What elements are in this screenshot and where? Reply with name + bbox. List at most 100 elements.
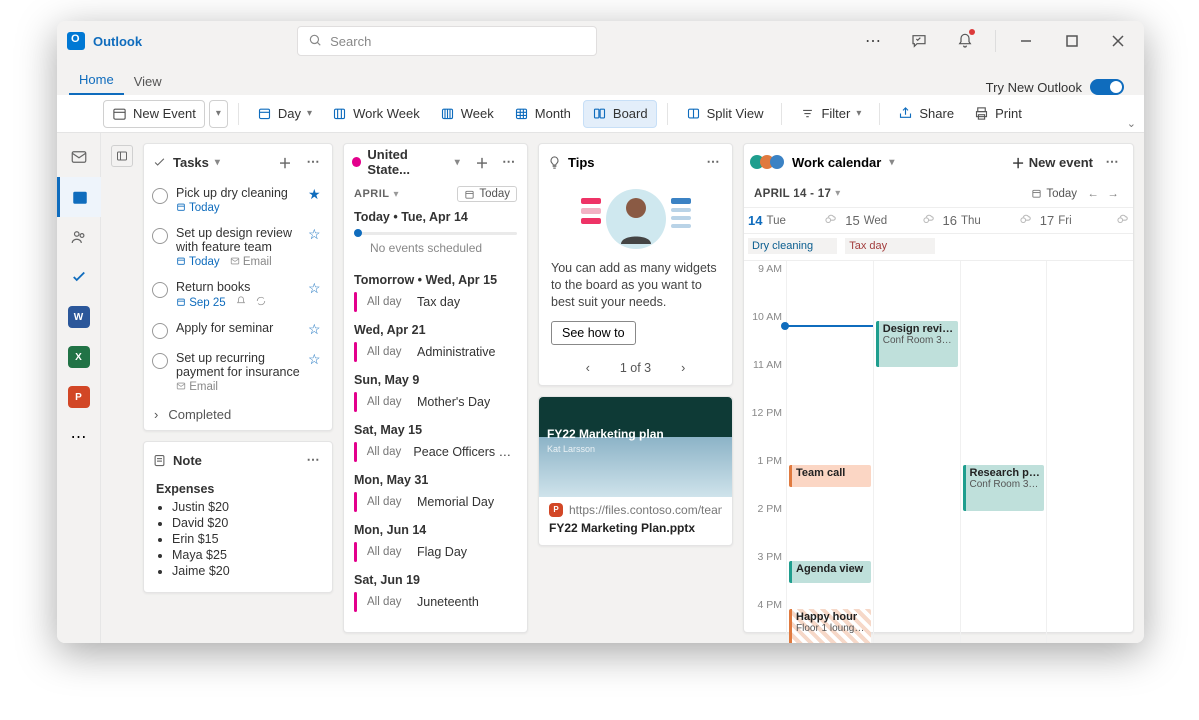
- hour-label: 1 PM: [744, 453, 786, 501]
- calendar-prev-icon[interactable]: ←: [1083, 188, 1103, 200]
- add-task-icon[interactable]: ＋: [274, 151, 296, 173]
- holidays-more-icon[interactable]: ⋯: [498, 151, 519, 173]
- task-checkbox[interactable]: [152, 188, 168, 204]
- rail-calendar[interactable]: [57, 177, 101, 217]
- calendar-event[interactable]: Design reviewConf Room 32/ Miguel Garcia: [876, 321, 958, 367]
- task-checkbox[interactable]: [152, 228, 168, 244]
- tasks-completed-row[interactable]: › Completed: [144, 399, 332, 430]
- view-day-button[interactable]: Day▾: [249, 100, 320, 128]
- filter-button[interactable]: Filter▾: [792, 100, 869, 128]
- calendar-allday-cell[interactable]: Dry cleaning: [744, 234, 841, 260]
- rail-people[interactable]: [57, 217, 101, 257]
- calendar-range[interactable]: APRIL 14 - 17: [754, 188, 831, 200]
- star-icon[interactable]: ☆: [308, 280, 324, 297]
- task-checkbox[interactable]: [152, 323, 168, 339]
- allday-event[interactable]: Dry cleaning: [748, 238, 837, 254]
- calendar-event[interactable]: Agenda view: [789, 561, 871, 583]
- tab-home[interactable]: Home: [69, 66, 124, 95]
- calendar-next-icon[interactable]: →: [1103, 188, 1123, 200]
- note-more-icon[interactable]: ⋯: [302, 449, 324, 471]
- rail-todo[interactable]: [57, 257, 101, 297]
- task-title: Return books: [176, 280, 300, 294]
- view-month-button[interactable]: Month: [506, 100, 579, 128]
- tips-more-icon[interactable]: ⋯: [702, 151, 724, 173]
- star-icon[interactable]: ☆: [308, 351, 324, 368]
- calendar-event[interactable]: Happy hourFloor 1 lounge Cecil Folk: [789, 609, 871, 643]
- calendar-event[interactable]: Research planConf Room 32/ Wanda Howard: [963, 465, 1045, 511]
- calendar-grid-col[interactable]: Design reviewConf Room 32/ Miguel Garcia: [873, 261, 960, 643]
- view-board-button[interactable]: Board: [583, 100, 657, 128]
- tips-see-how-button[interactable]: See how to: [551, 321, 636, 345]
- task-row[interactable]: Pick up dry cleaning Today ★: [144, 180, 332, 220]
- calendar-day-head[interactable]: 15 Wed: [841, 208, 938, 233]
- task-checkbox[interactable]: [152, 353, 168, 369]
- calendar-day-head[interactable]: 17 Fri: [1036, 208, 1133, 233]
- calendar-day-head[interactable]: 16 Thu: [939, 208, 1036, 233]
- notifications-icon[interactable]: [945, 21, 985, 61]
- calendar-allday-cell[interactable]: [939, 234, 1036, 260]
- task-row[interactable]: Apply for seminar ☆: [144, 315, 332, 345]
- holiday-name: Juneteenth: [417, 595, 479, 609]
- tab-view[interactable]: View: [124, 68, 172, 95]
- calendar-allday-cell[interactable]: [1036, 234, 1133, 260]
- calendar-grid-col[interactable]: Research planConf Room 32/ Wanda Howard: [960, 261, 1047, 643]
- split-view-button[interactable]: Split View: [678, 100, 772, 128]
- try-new-outlook-toggle[interactable]: [1090, 79, 1124, 95]
- holiday-event[interactable]: All day Flag Day: [344, 539, 527, 565]
- tips-next-icon[interactable]: ›: [681, 361, 685, 375]
- search-input[interactable]: Search: [297, 26, 597, 56]
- new-event-dropdown[interactable]: ▾: [209, 100, 228, 128]
- task-row[interactable]: Set up design review with feature team T…: [144, 220, 332, 274]
- file-widget[interactable]: FY22 Marketing planKat Larsson P https:/…: [538, 396, 733, 546]
- tasks-more-icon[interactable]: ⋯: [302, 151, 324, 173]
- rail-powerpoint[interactable]: P: [57, 377, 101, 417]
- calendar-grid-col[interactable]: [1046, 261, 1133, 643]
- allday-event[interactable]: Tax day: [845, 238, 934, 254]
- holiday-event[interactable]: All day Mother's Day: [344, 389, 527, 415]
- print-button[interactable]: Print: [966, 100, 1030, 128]
- window-maximize-icon[interactable]: [1052, 21, 1092, 61]
- task-row[interactable]: Return books Sep 25 ☆: [144, 274, 332, 315]
- calendar-new-event-button[interactable]: ＋ New event: [1012, 153, 1093, 172]
- holidays-today-button[interactable]: Today: [457, 186, 517, 202]
- view-week-button[interactable]: Week: [432, 100, 502, 128]
- holidays-month[interactable]: APRIL: [354, 188, 390, 200]
- more-icon[interactable]: ⋯: [853, 21, 893, 61]
- tips-title: Tips: [568, 155, 595, 170]
- calendar-allday-cell[interactable]: Tax day: [841, 234, 938, 260]
- calendar-color-dot-icon: [352, 157, 361, 167]
- rail-excel[interactable]: X: [57, 337, 101, 377]
- star-icon[interactable]: ★: [308, 186, 324, 203]
- task-row[interactable]: Set up recurring payment for insurance E…: [144, 345, 332, 399]
- calendar-day-head[interactable]: 14 Tue: [744, 208, 841, 233]
- holiday-event[interactable]: All day Juneteenth: [344, 589, 527, 615]
- tips-illustration-icon: [539, 180, 732, 260]
- calendar-grid-col[interactable]: Team call Agenda view Happy hourFloor 1 lo…: [786, 261, 873, 643]
- bulb-icon: [547, 155, 562, 170]
- tasks-widget: Tasks ▾ ＋ ⋯ Pick up dry cleaning Today ★…: [143, 143, 333, 431]
- rail-more-apps[interactable]: ⋯: [57, 417, 101, 457]
- task-checkbox[interactable]: [152, 282, 168, 298]
- window-minimize-icon[interactable]: [1006, 21, 1046, 61]
- holiday-event[interactable]: All day Administrative: [344, 339, 527, 365]
- holiday-event[interactable]: All day Tax day: [344, 289, 527, 315]
- calendar-today-button[interactable]: Today: [1025, 187, 1083, 201]
- chevron-right-icon: ›: [154, 407, 158, 422]
- feedback-icon[interactable]: [899, 21, 939, 61]
- toolbar-expand-icon[interactable]: ⌄: [1127, 117, 1136, 130]
- rail-mail[interactable]: [57, 137, 101, 177]
- holiday-event[interactable]: All day Memorial Day: [344, 489, 527, 515]
- rail-word[interactable]: W: [57, 297, 101, 337]
- share-button[interactable]: Share: [890, 100, 962, 128]
- holiday-event[interactable]: All day Peace Officers Me...: [344, 439, 527, 465]
- new-event-button[interactable]: New Event: [103, 100, 205, 128]
- window-close-icon[interactable]: [1098, 21, 1138, 61]
- tips-prev-icon[interactable]: ‹: [586, 361, 590, 375]
- star-icon[interactable]: ☆: [308, 226, 324, 243]
- view-work-week-button[interactable]: Work Week: [324, 100, 428, 128]
- collapse-board-icon[interactable]: [111, 145, 133, 167]
- star-icon[interactable]: ☆: [308, 321, 324, 338]
- add-holiday-icon[interactable]: ＋: [472, 151, 493, 173]
- calendar-event[interactable]: Team call: [789, 465, 871, 487]
- calendar-more-icon[interactable]: ⋯: [1101, 151, 1123, 173]
